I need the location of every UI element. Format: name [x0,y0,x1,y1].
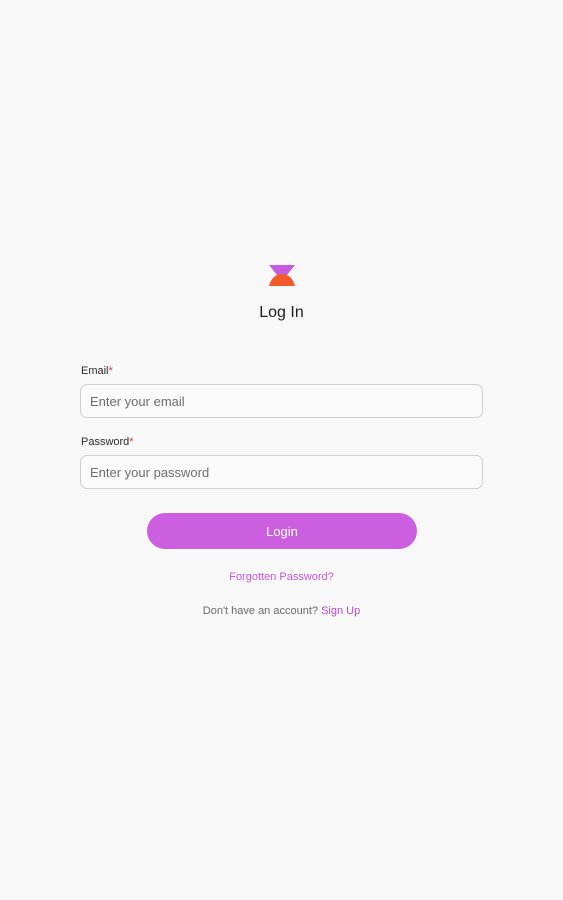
email-required-mark: * [108,365,113,377]
login-page: Log In Email* Password* Login Forgotten … [0,0,563,900]
login-button[interactable]: Login [147,513,417,549]
signup-link[interactable]: Sign Up [321,605,360,617]
hourglass-logo-icon [269,265,295,286]
password-label-text: Password [81,436,130,448]
email-field[interactable] [80,384,483,418]
password-label: Password* [81,436,134,448]
forgot-password-link[interactable]: Forgotten Password? [0,571,563,583]
password-field[interactable] [80,455,483,489]
email-label: Email* [81,365,113,377]
signup-prompt: Don't have an account? Sign Up [0,605,563,617]
signup-prompt-text: Don't have an account? [202,605,319,617]
email-label-text: Email [81,365,109,377]
page-title: Log In [259,304,304,321]
password-required-mark: * [129,436,134,448]
